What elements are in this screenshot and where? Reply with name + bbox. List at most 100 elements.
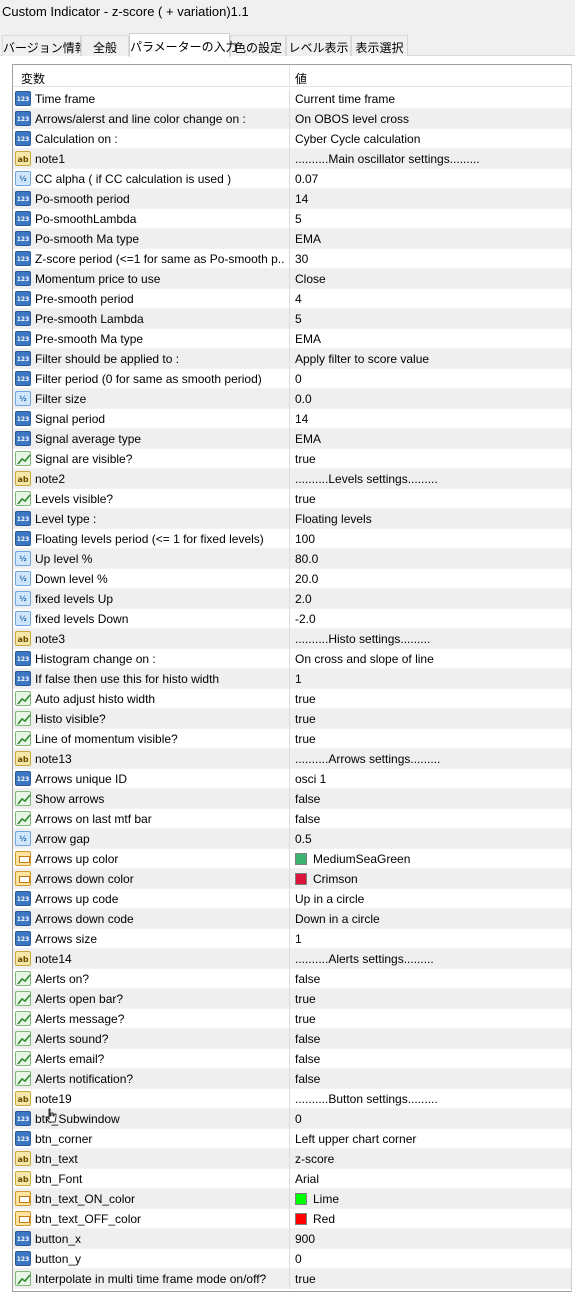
parameter-row[interactable]: 123 btn_Subwindow 0: [13, 1109, 571, 1129]
parameter-value[interactable]: EMA: [295, 332, 565, 346]
parameter-value[interactable]: true: [295, 712, 565, 726]
parameter-row[interactable]: ab btn_text z-score: [13, 1149, 571, 1169]
parameter-value[interactable]: MediumSeaGreen: [313, 852, 571, 866]
parameter-value[interactable]: true: [295, 492, 565, 506]
parameter-value[interactable]: true: [295, 1012, 565, 1026]
parameter-row[interactable]: btn_text_ON_color Lime: [13, 1189, 571, 1209]
parameter-value[interactable]: true: [295, 452, 565, 466]
parameter-value[interactable]: 5: [295, 312, 565, 326]
parameter-value[interactable]: Cyber Cycle calculation: [295, 132, 565, 146]
parameter-value[interactable]: -2.0: [295, 612, 565, 626]
parameter-row[interactable]: 123 Z-score period (<=1 for same as Po-sm…: [13, 249, 571, 269]
parameter-value[interactable]: Arial: [295, 1172, 565, 1186]
parameter-value[interactable]: true: [295, 692, 565, 706]
parameter-value[interactable]: 14: [295, 412, 565, 426]
parameter-row[interactable]: Arrows on last mtf bar false: [13, 809, 571, 829]
parameter-row[interactable]: Levels visible? true: [13, 489, 571, 509]
parameter-value[interactable]: Crimson: [313, 872, 571, 886]
parameter-row[interactable]: ½ fixed levels Up 2.0: [13, 589, 571, 609]
parameter-row[interactable]: 123 Po-smooth period 14: [13, 189, 571, 209]
parameter-value[interactable]: Lime: [313, 1192, 571, 1206]
parameter-value[interactable]: Apply filter to score value: [295, 352, 565, 366]
parameter-value[interactable]: 1: [295, 672, 565, 686]
parameter-row[interactable]: 123 Signal average type EMA: [13, 429, 571, 449]
parameter-value[interactable]: false: [295, 1032, 565, 1046]
parameter-row[interactable]: Alerts notification? false: [13, 1069, 571, 1089]
parameter-value[interactable]: Up in a circle: [295, 892, 565, 906]
parameter-value[interactable]: 0.07: [295, 172, 565, 186]
parameter-row[interactable]: Alerts email? false: [13, 1049, 571, 1069]
tab-display-selection[interactable]: 表示選択: [351, 35, 408, 56]
parameter-value[interactable]: 900: [295, 1232, 565, 1246]
parameter-row[interactable]: btn_text_OFF_color Red: [13, 1209, 571, 1229]
parameter-row[interactable]: 123 Po-smooth Ma type EMA: [13, 229, 571, 249]
parameter-value[interactable]: 2.0: [295, 592, 565, 606]
parameter-row[interactable]: 123 btn_corner Left upper chart corner: [13, 1129, 571, 1149]
parameter-value[interactable]: On OBOS level cross: [295, 112, 565, 126]
parameter-value[interactable]: Down in a circle: [295, 912, 565, 926]
parameter-value[interactable]: ..........Levels settings.........: [295, 472, 565, 486]
tab-level-display[interactable]: レベル表示: [286, 35, 351, 56]
parameter-value[interactable]: z-score: [295, 1152, 565, 1166]
parameter-row[interactable]: 123 If false then use this for histo widt…: [13, 669, 571, 689]
parameter-value[interactable]: 5: [295, 212, 565, 226]
parameter-row[interactable]: 123 Filter should be applied to : Apply fi…: [13, 349, 571, 369]
parameter-value[interactable]: Close: [295, 272, 565, 286]
parameter-row[interactable]: Arrows up color MediumSeaGreen: [13, 849, 571, 869]
parameter-row[interactable]: 123 Pre-smooth Ma type EMA: [13, 329, 571, 349]
parameter-row[interactable]: ab note19 ..........Button settings.......…: [13, 1089, 571, 1109]
parameter-value[interactable]: true: [295, 992, 565, 1006]
parameter-row[interactable]: ab note14 ..........Alerts settings.......…: [13, 949, 571, 969]
parameter-row[interactable]: 123 Arrows up code Up in a circle: [13, 889, 571, 909]
parameter-row[interactable]: Show arrows false: [13, 789, 571, 809]
parameter-row[interactable]: 123 button_y 0: [13, 1249, 571, 1269]
parameter-row[interactable]: Auto adjust histo width true: [13, 689, 571, 709]
parameter-value[interactable]: false: [295, 972, 565, 986]
parameter-value[interactable]: 20.0: [295, 572, 565, 586]
parameter-row[interactable]: 123 button_x 900: [13, 1229, 571, 1249]
parameter-row[interactable]: 123 Calculation on : Cyber Cycle calculati…: [13, 129, 571, 149]
parameter-value[interactable]: 80.0: [295, 552, 565, 566]
tab-input-parameters[interactable]: パラメーターの入力: [129, 33, 238, 57]
parameter-row[interactable]: 123 Po-smoothLambda 5: [13, 209, 571, 229]
parameter-row[interactable]: 123 Arrows unique ID osci 1: [13, 769, 571, 789]
parameter-row[interactable]: 123 Pre-smooth period 4: [13, 289, 571, 309]
parameter-value[interactable]: 4: [295, 292, 565, 306]
parameter-value[interactable]: true: [295, 732, 565, 746]
parameter-value[interactable]: On cross and slope of line: [295, 652, 565, 666]
parameter-value[interactable]: Left upper chart corner: [295, 1132, 565, 1146]
parameter-value[interactable]: Floating levels: [295, 512, 565, 526]
parameter-value[interactable]: ..........Button settings.........: [295, 1092, 565, 1106]
parameter-row[interactable]: 123 Signal period 14: [13, 409, 571, 429]
column-header-variable[interactable]: 変数: [21, 70, 45, 87]
parameter-row[interactable]: 123 Floating levels period (<= 1 for fixe…: [13, 529, 571, 549]
parameter-row[interactable]: 123 Filter period (0 for same as smooth p…: [13, 369, 571, 389]
parameter-row[interactable]: 123 Level type : Floating levels: [13, 509, 571, 529]
column-header-value[interactable]: 値: [295, 70, 307, 87]
parameter-row[interactable]: ab note13 ..........Arrows settings.......…: [13, 749, 571, 769]
parameter-row[interactable]: ½ Arrow gap 0.5: [13, 829, 571, 849]
parameter-value[interactable]: Red: [313, 1212, 571, 1226]
parameter-value[interactable]: ..........Histo settings.........: [295, 632, 565, 646]
parameter-row[interactable]: 123 Time frame Current time frame: [13, 89, 571, 109]
parameter-row[interactable]: ab note2 ..........Levels settings........…: [13, 469, 571, 489]
parameter-value[interactable]: Current time frame: [295, 92, 565, 106]
parameter-row[interactable]: ½ Filter size 0.0: [13, 389, 571, 409]
parameter-row[interactable]: ½ Up level % 80.0: [13, 549, 571, 569]
parameter-row[interactable]: ½ CC alpha ( if CC calculation is used ) 0…: [13, 169, 571, 189]
parameter-row[interactable]: ab btn_Font Arial: [13, 1169, 571, 1189]
parameter-value[interactable]: true: [295, 1272, 565, 1286]
parameter-value[interactable]: ..........Arrows settings.........: [295, 752, 565, 766]
tab-general[interactable]: 全般: [81, 35, 129, 56]
parameter-value[interactable]: 0.5: [295, 832, 565, 846]
parameter-row[interactable]: Signal are visible? true: [13, 449, 571, 469]
parameter-row[interactable]: Interpolate in multi time frame mode on/…: [13, 1269, 571, 1289]
parameter-value[interactable]: ..........Alerts settings.........: [295, 952, 565, 966]
parameter-row[interactable]: Histo visible? true: [13, 709, 571, 729]
parameter-value[interactable]: 14: [295, 192, 565, 206]
parameter-row[interactable]: 123 Arrows size 1: [13, 929, 571, 949]
parameter-value[interactable]: false: [295, 1052, 565, 1066]
parameter-value[interactable]: 1: [295, 932, 565, 946]
parameter-row[interactable]: 123 Pre-smooth Lambda 5: [13, 309, 571, 329]
parameter-value[interactable]: EMA: [295, 432, 565, 446]
